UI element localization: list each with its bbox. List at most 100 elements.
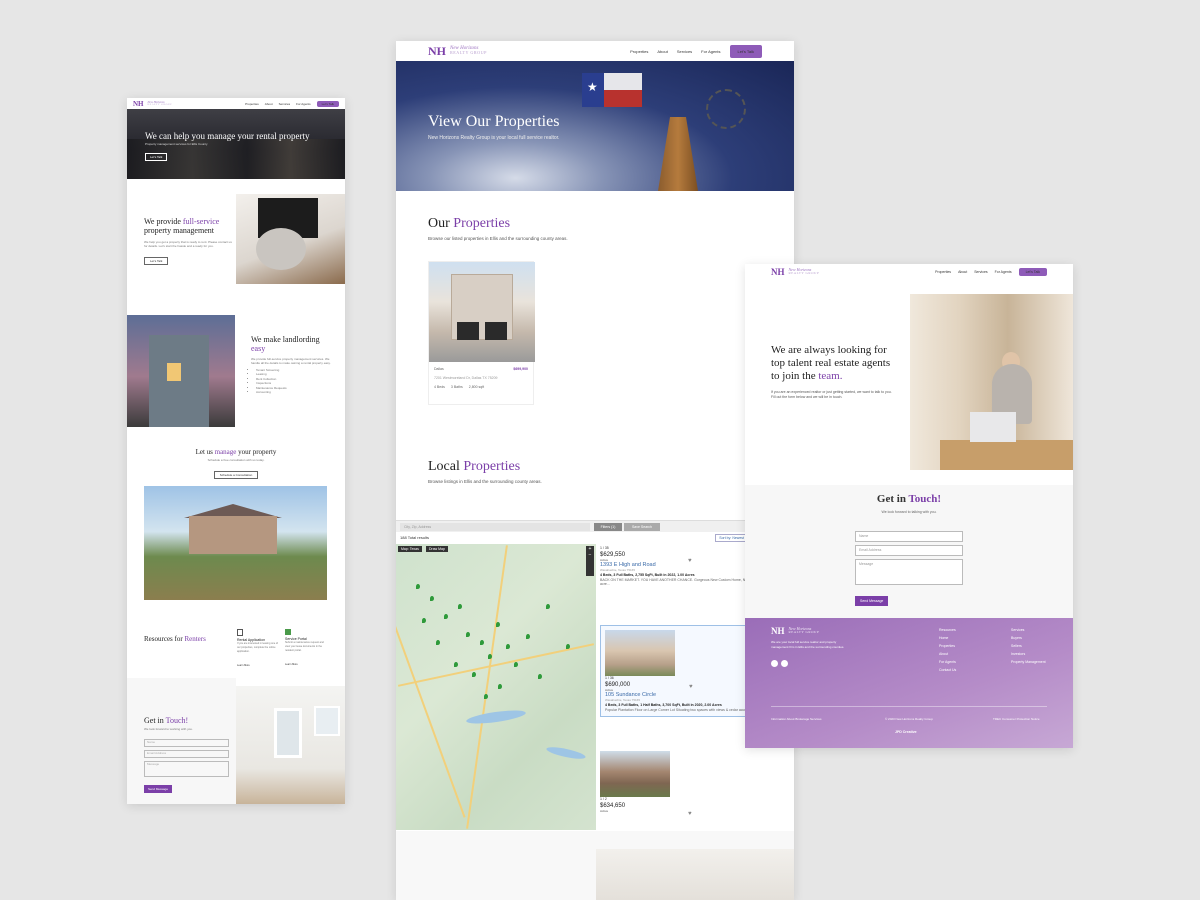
footer-link[interactable]: Property Management [1011, 658, 1046, 666]
footer-link[interactable]: About [939, 650, 956, 658]
nav-services[interactable]: Services [279, 102, 291, 106]
contact-form: Name Email Address Message Send Message [144, 736, 229, 795]
landlording-section: We make landlording easy We provide full… [251, 335, 333, 395]
message-field[interactable]: Message [144, 761, 229, 777]
resources-title: Resources for Renters [144, 635, 206, 643]
footer-link[interactable]: Properties [939, 642, 956, 650]
map-view-tab[interactable]: Map: Texas [398, 546, 422, 552]
hero-button[interactable]: Let's Talk [145, 153, 168, 161]
interior-chair-photo [236, 194, 345, 284]
nav-about[interactable]: About [958, 270, 967, 274]
listings-map[interactable]: Map: Texas Draw Map + − [396, 544, 596, 830]
filters-button[interactable]: Filters (1) [594, 523, 622, 531]
nav-services[interactable]: Services [974, 270, 987, 274]
site-footer: NH New Horizons REALTY GROUP We are your … [745, 618, 1073, 748]
listing-search-bar: City, Zip, Address Filters (1) Save Sear… [396, 520, 794, 532]
send-message-button[interactable]: Send Message [855, 596, 889, 606]
nav-services[interactable]: Services [677, 49, 692, 54]
property-photo [429, 262, 535, 362]
hero-subtitle: Property management services for Ellis C… [145, 142, 208, 146]
resource-portal[interactable]: Service Portal Submit a maintenance requ… [285, 629, 329, 670]
property-price: $699,900 [513, 367, 528, 371]
property-city: Dallas [434, 367, 444, 371]
results-count: 188 Total results [400, 535, 430, 540]
property-card[interactable]: Dallas $699,900 7201 Westmoreland Dr, Dal… [428, 261, 535, 405]
nav-links: Properties About Services For Agents Let… [245, 100, 339, 107]
property-address: 7201 Westmoreland Dr, Dallas TX 75209 [434, 376, 498, 380]
nav-agents[interactable]: For Agents [995, 270, 1012, 274]
nav-agents[interactable]: For Agents [296, 102, 311, 106]
section-text: Browse listings in Ellis and the surroun… [428, 479, 542, 484]
name-field[interactable]: Name [144, 739, 229, 747]
save-search-button[interactable]: Save Search [624, 523, 660, 531]
favorite-heart-icon[interactable]: ♥ [688, 558, 692, 564]
for-agents-page: NH New Horizons REALTY GROUP Properties A… [745, 264, 1073, 748]
listing-item[interactable]: 1 / 2 ♥ $634,650 Active [600, 751, 788, 817]
nav-properties[interactable]: Properties [245, 102, 259, 106]
sort-select[interactable]: Sort by: Newest [715, 534, 748, 542]
footer-link[interactable]: Home [939, 634, 956, 642]
favorite-heart-icon[interactable]: ♥ [688, 811, 692, 817]
brand-logo[interactable]: NH New Horizons REALTY GROUP [428, 44, 487, 59]
search-input[interactable]: City, Zip, Address [400, 523, 590, 531]
bottom-section [396, 831, 794, 900]
interior-photo [596, 849, 794, 900]
footer-link[interactable]: Investors [1011, 650, 1046, 658]
nav-properties[interactable]: Properties [630, 49, 648, 54]
instagram-icon[interactable] [781, 660, 788, 667]
credit-logo[interactable]: JPD Creative [895, 730, 917, 734]
email-field[interactable]: Email Address [144, 750, 229, 758]
kitchen-photo [236, 686, 345, 804]
document-icon [237, 629, 243, 636]
nav-about[interactable]: About [657, 49, 667, 54]
nav-properties[interactable]: Properties [935, 270, 951, 274]
send-message-button[interactable]: Send Message [144, 785, 173, 793]
lets-talk-button[interactable]: Let's Talk [729, 44, 762, 58]
brand-logo[interactable]: NH New Horizons REALTY GROUP [771, 267, 819, 277]
message-field[interactable]: Message [855, 559, 963, 585]
section-text: We provide full-service property managem… [251, 356, 331, 366]
nav-about[interactable]: About [265, 102, 273, 106]
section-button[interactable]: Let's Talk [144, 256, 169, 265]
photo-counter: 1 / 2 [600, 797, 607, 801]
lets-talk-button[interactable]: Let's Talk [316, 100, 339, 107]
facebook-icon[interactable] [771, 660, 778, 667]
listing-photo [600, 751, 670, 797]
footer-link[interactable]: Buyers [1011, 634, 1046, 642]
footer-divider [771, 706, 1047, 707]
section-text: Schedule a free consultation with us tod… [207, 458, 265, 462]
favorite-heart-icon[interactable]: ♥ [689, 684, 693, 690]
resource-application[interactable]: Rental Application If you are interested… [237, 629, 281, 671]
brokerage-link[interactable]: Information About Brokerage Services [771, 717, 822, 721]
section-title: Our Properties [428, 216, 511, 231]
nav-links: Properties About Services For Agents Let… [935, 267, 1047, 276]
nav-agents[interactable]: For Agents [701, 49, 720, 54]
manage-section: Let us manage your property Schedule a f… [127, 448, 345, 481]
email-field[interactable]: Email Address [855, 545, 963, 556]
social-links [771, 660, 788, 667]
learn-more-link[interactable]: Learn More [237, 664, 250, 667]
footer-link[interactable]: For Agents [939, 658, 956, 666]
footer-link[interactable]: Contact Us [939, 666, 956, 674]
footer-link[interactable]: Sellers [1011, 642, 1046, 650]
name-field[interactable]: Name [855, 531, 963, 542]
trec-link[interactable]: TREC Consumer Protection Notice [993, 717, 1040, 721]
footer-logo[interactable]: NH New Horizons REALTY GROUP [771, 626, 819, 636]
contact-title: Get in Touch! [144, 716, 189, 725]
draw-map-tab[interactable]: Draw Map [426, 546, 448, 552]
lets-talk-button[interactable]: Let's Talk [1018, 267, 1047, 276]
top-nav: NH New Horizons REALTY GROUP Properties A… [396, 41, 794, 61]
footer-link[interactable]: Services [1011, 626, 1046, 634]
footer-link[interactable]: Resources [939, 626, 956, 634]
property-baths: 3 Baths [450, 385, 463, 389]
consultation-button[interactable]: Schedule a Consultation [213, 470, 259, 479]
map-zoom-control[interactable]: + − [586, 546, 594, 576]
logo-mark: NH [428, 43, 446, 58]
hero-subtitle: New Horizons Realty Group is your local … [428, 135, 560, 141]
section-title: We make landlording easy [251, 335, 320, 353]
rental-management-page: NH New Horizons REALTY GROUP Properties A… [127, 98, 345, 804]
learn-more-link[interactable]: Learn More [285, 663, 298, 666]
brand-logo[interactable]: NH New Horizons REALTY GROUP [133, 100, 172, 108]
section-text: We help you get a property that is ready… [144, 239, 232, 249]
contact-title: Get in Touch! [876, 493, 942, 505]
